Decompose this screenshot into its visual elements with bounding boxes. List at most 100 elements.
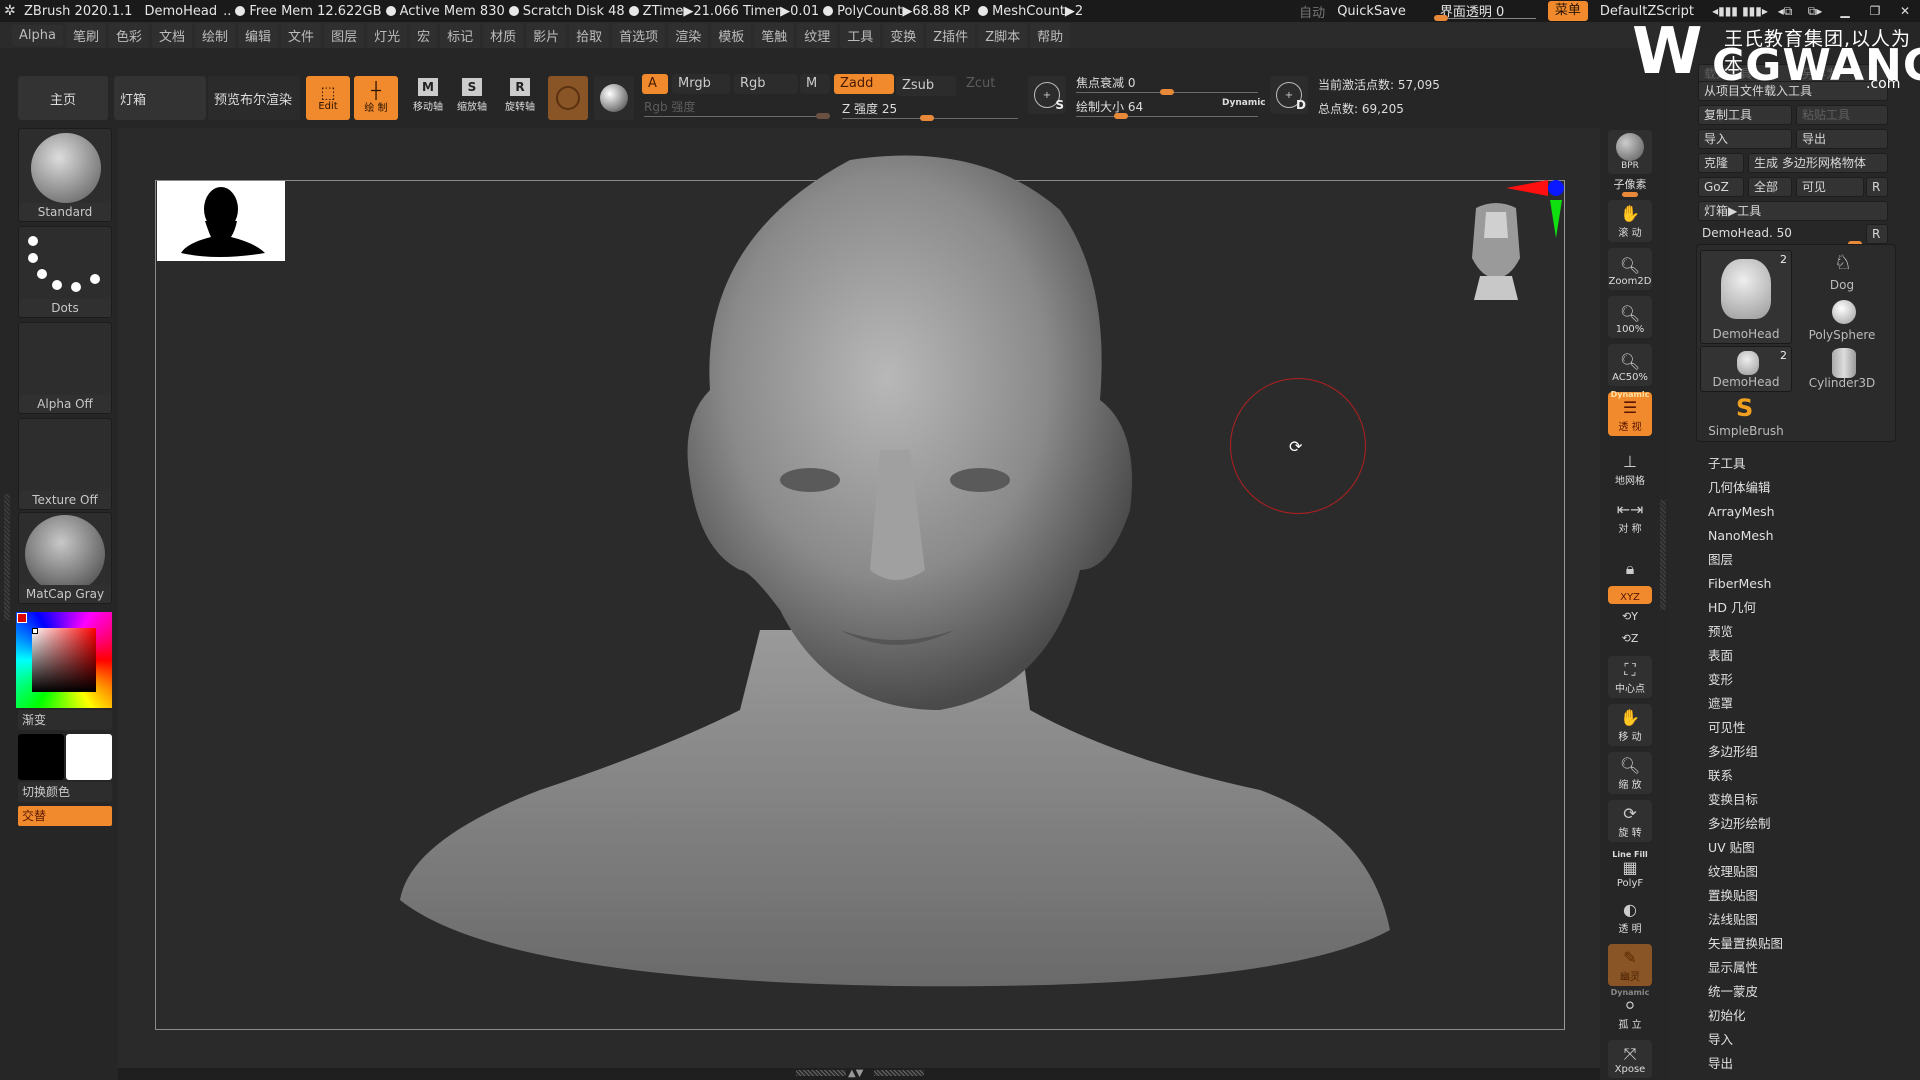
menu-item[interactable]: 纹理 xyxy=(797,22,838,48)
move-view-button[interactable]: ✋ 移 动 xyxy=(1608,704,1652,746)
xpose-button[interactable]: ⤧ Xpose xyxy=(1608,1040,1652,1078)
xyz-rotate-button[interactable]: XYZ xyxy=(1608,586,1652,604)
ac50-button[interactable]: 🔍︎ AC50% xyxy=(1608,344,1652,386)
main-color-swatch[interactable] xyxy=(18,734,64,780)
tool-demohead-secondary[interactable]: 2 DemoHead xyxy=(1700,346,1792,392)
material-toggle-button[interactable] xyxy=(594,76,634,120)
demohead-model[interactable] xyxy=(380,150,1400,990)
paste-tool-button[interactable]: 粘贴工具 xyxy=(1796,105,1888,125)
rgb-intensity-track[interactable] xyxy=(644,116,830,117)
subpalette-item[interactable]: 变换目标 xyxy=(1708,788,1783,812)
menu-item[interactable]: 工具 xyxy=(840,22,881,48)
menu-item[interactable]: 笔触 xyxy=(754,22,795,48)
scroll-button[interactable]: ✋ 滚 动 xyxy=(1608,200,1652,242)
subpalette-item[interactable]: 多边形绘制 xyxy=(1708,812,1783,836)
secondary-color-swatch[interactable] xyxy=(66,734,112,780)
menu-item[interactable]: Z插件 xyxy=(926,22,976,48)
menu-item[interactable]: 文件 xyxy=(281,22,322,48)
subpalette-item[interactable]: 统一蒙皮 xyxy=(1708,980,1783,1004)
s-brush-size-button[interactable]: + S xyxy=(1028,76,1066,114)
bottom-tray-grip-left[interactable] xyxy=(796,1070,846,1076)
subpalette-item[interactable]: HD 几何 xyxy=(1708,596,1783,620)
narrow-ui-icon[interactable]: ◂▮▮▮ xyxy=(1710,4,1740,18)
rotate-gizmo-button[interactable]: R 旋转轴 xyxy=(500,78,540,113)
menu-item[interactable]: 笔刷 xyxy=(65,22,106,48)
menu-item[interactable]: Alpha xyxy=(12,24,63,46)
actual-size-button[interactable]: 🔍︎ 100% xyxy=(1608,296,1652,338)
restore-icon[interactable]: ❐ xyxy=(1860,4,1890,18)
subpalette-item[interactable]: 变形 xyxy=(1708,668,1783,692)
draw-size-track[interactable] xyxy=(1076,116,1258,117)
tool-demohead-main[interactable]: 2 DemoHead xyxy=(1700,250,1792,344)
z-intensity-knob[interactable] xyxy=(920,115,934,121)
import-button[interactable]: 导入 xyxy=(1698,129,1792,149)
subpalette-item[interactable]: FiberMesh xyxy=(1708,572,1783,596)
subpalette-item[interactable]: 图层 xyxy=(1708,548,1783,572)
frame-button[interactable]: ⛶ 中心点 xyxy=(1608,656,1652,698)
perspective-button[interactable]: Dynamic ☰ 透 视 xyxy=(1608,390,1652,436)
menu-button[interactable]: 菜单 xyxy=(1547,1,1588,21)
goz-visible-button[interactable]: 可见 xyxy=(1796,177,1864,197)
subpalette-item[interactable]: 几何体编辑 xyxy=(1708,476,1783,500)
subpalette-item[interactable]: UV 贴图 xyxy=(1708,836,1783,860)
subpixel-slider-knob[interactable] xyxy=(1622,192,1638,197)
material-thumbnail[interactable]: MatCap Gray xyxy=(18,512,112,604)
edit-button[interactable]: ⬚ Edit xyxy=(306,76,350,120)
menu-item[interactable]: 帮助 xyxy=(1030,22,1071,48)
menu-item[interactable]: 色彩 xyxy=(108,22,149,48)
gradient-button[interactable]: 渐变 xyxy=(18,710,112,730)
subpalette-item[interactable]: 置换贴图 xyxy=(1708,884,1783,908)
left-tray-grip[interactable] xyxy=(4,494,10,620)
bottom-tray-grip-right[interactable] xyxy=(874,1070,924,1076)
zoom2d-button[interactable]: 🔍︎ Zoom2D xyxy=(1608,248,1652,290)
axis-gizmo[interactable] xyxy=(1504,178,1572,240)
local-transform-button[interactable]: 🔒︎ xyxy=(1608,540,1652,582)
draw-button[interactable]: ┼ 绘 制 xyxy=(354,76,398,120)
z-rotate-button[interactable]: ⟲Z xyxy=(1604,632,1656,645)
polyframe-button[interactable]: Line Fill ▦ PolyF xyxy=(1608,846,1652,892)
rgb-intensity-knob[interactable] xyxy=(816,113,830,119)
subpalette-item[interactable]: 矢量置换贴图 xyxy=(1708,932,1783,956)
transparency-button[interactable]: ◐ 透 明 xyxy=(1608,896,1652,938)
tool-dog[interactable]: ♘ Dog xyxy=(1796,250,1888,294)
close-icon[interactable]: ✕ xyxy=(1890,4,1920,18)
export-button[interactable]: 导出 xyxy=(1796,129,1888,149)
y-rotate-button[interactable]: ⟲Y xyxy=(1604,610,1656,623)
goz-button[interactable]: GoZ xyxy=(1698,177,1744,197)
subpalette-item[interactable]: 联系 xyxy=(1708,764,1783,788)
menu-item[interactable]: 渲染 xyxy=(668,22,709,48)
menu-item[interactable]: 灯光 xyxy=(367,22,408,48)
alpha-thumbnail[interactable]: Alpha Off xyxy=(18,322,112,414)
layout-prev-icon[interactable]: ◂⧉ xyxy=(1770,4,1800,19)
subpalette-item[interactable]: NanoMesh xyxy=(1708,524,1783,548)
zadd-toggle[interactable]: Zadd xyxy=(834,74,894,94)
floor-grid-button[interactable]: ⊥ 地网格 xyxy=(1608,448,1652,490)
goz-r-button[interactable]: R xyxy=(1866,177,1888,197)
color-picker[interactable] xyxy=(16,612,112,708)
menu-item[interactable]: 宏 xyxy=(410,22,438,48)
color-saturation-square[interactable] xyxy=(32,628,96,692)
move-gizmo-button[interactable]: M 移动轴 xyxy=(408,78,448,113)
color-picker-cursor[interactable] xyxy=(32,628,38,634)
menu-item[interactable]: 影片 xyxy=(526,22,567,48)
menu-item[interactable]: 首选项 xyxy=(612,22,666,48)
subpalette-item[interactable]: 法线贴图 xyxy=(1708,908,1783,932)
menu-item[interactable]: 标记 xyxy=(440,22,481,48)
current-tool-slider[interactable]: DemoHead. 50 xyxy=(1698,224,1864,247)
mrgb-toggle[interactable]: Mrgb xyxy=(672,74,730,94)
switch-color-button[interactable]: 切换颜色 xyxy=(18,782,112,802)
menu-item[interactable]: 模板 xyxy=(711,22,752,48)
lightbox-tools-button[interactable]: 灯箱▶工具 xyxy=(1698,201,1888,221)
make-polymesh-button[interactable]: 生成 多边形网格物体 xyxy=(1748,153,1888,173)
subpalette-item[interactable]: 导入 xyxy=(1708,1028,1783,1052)
wide-ui-icon[interactable]: ▮▮▮▸ xyxy=(1740,4,1770,18)
subpalette-item[interactable]: 导出 xyxy=(1708,1052,1783,1076)
d-brush-size-button[interactable]: + D xyxy=(1270,76,1308,114)
tool-polysphere[interactable]: PolySphere xyxy=(1796,298,1888,344)
bottom-tray-toggle-icon[interactable]: ▲▼ xyxy=(848,1068,863,1079)
home-button[interactable]: 主页 xyxy=(18,76,108,120)
copy-tool-button[interactable]: 复制工具 xyxy=(1698,105,1792,125)
subpalette-item[interactable]: 子工具 xyxy=(1708,452,1783,476)
menu-item[interactable]: 材质 xyxy=(483,22,524,48)
a-toggle[interactable]: A xyxy=(642,74,668,94)
